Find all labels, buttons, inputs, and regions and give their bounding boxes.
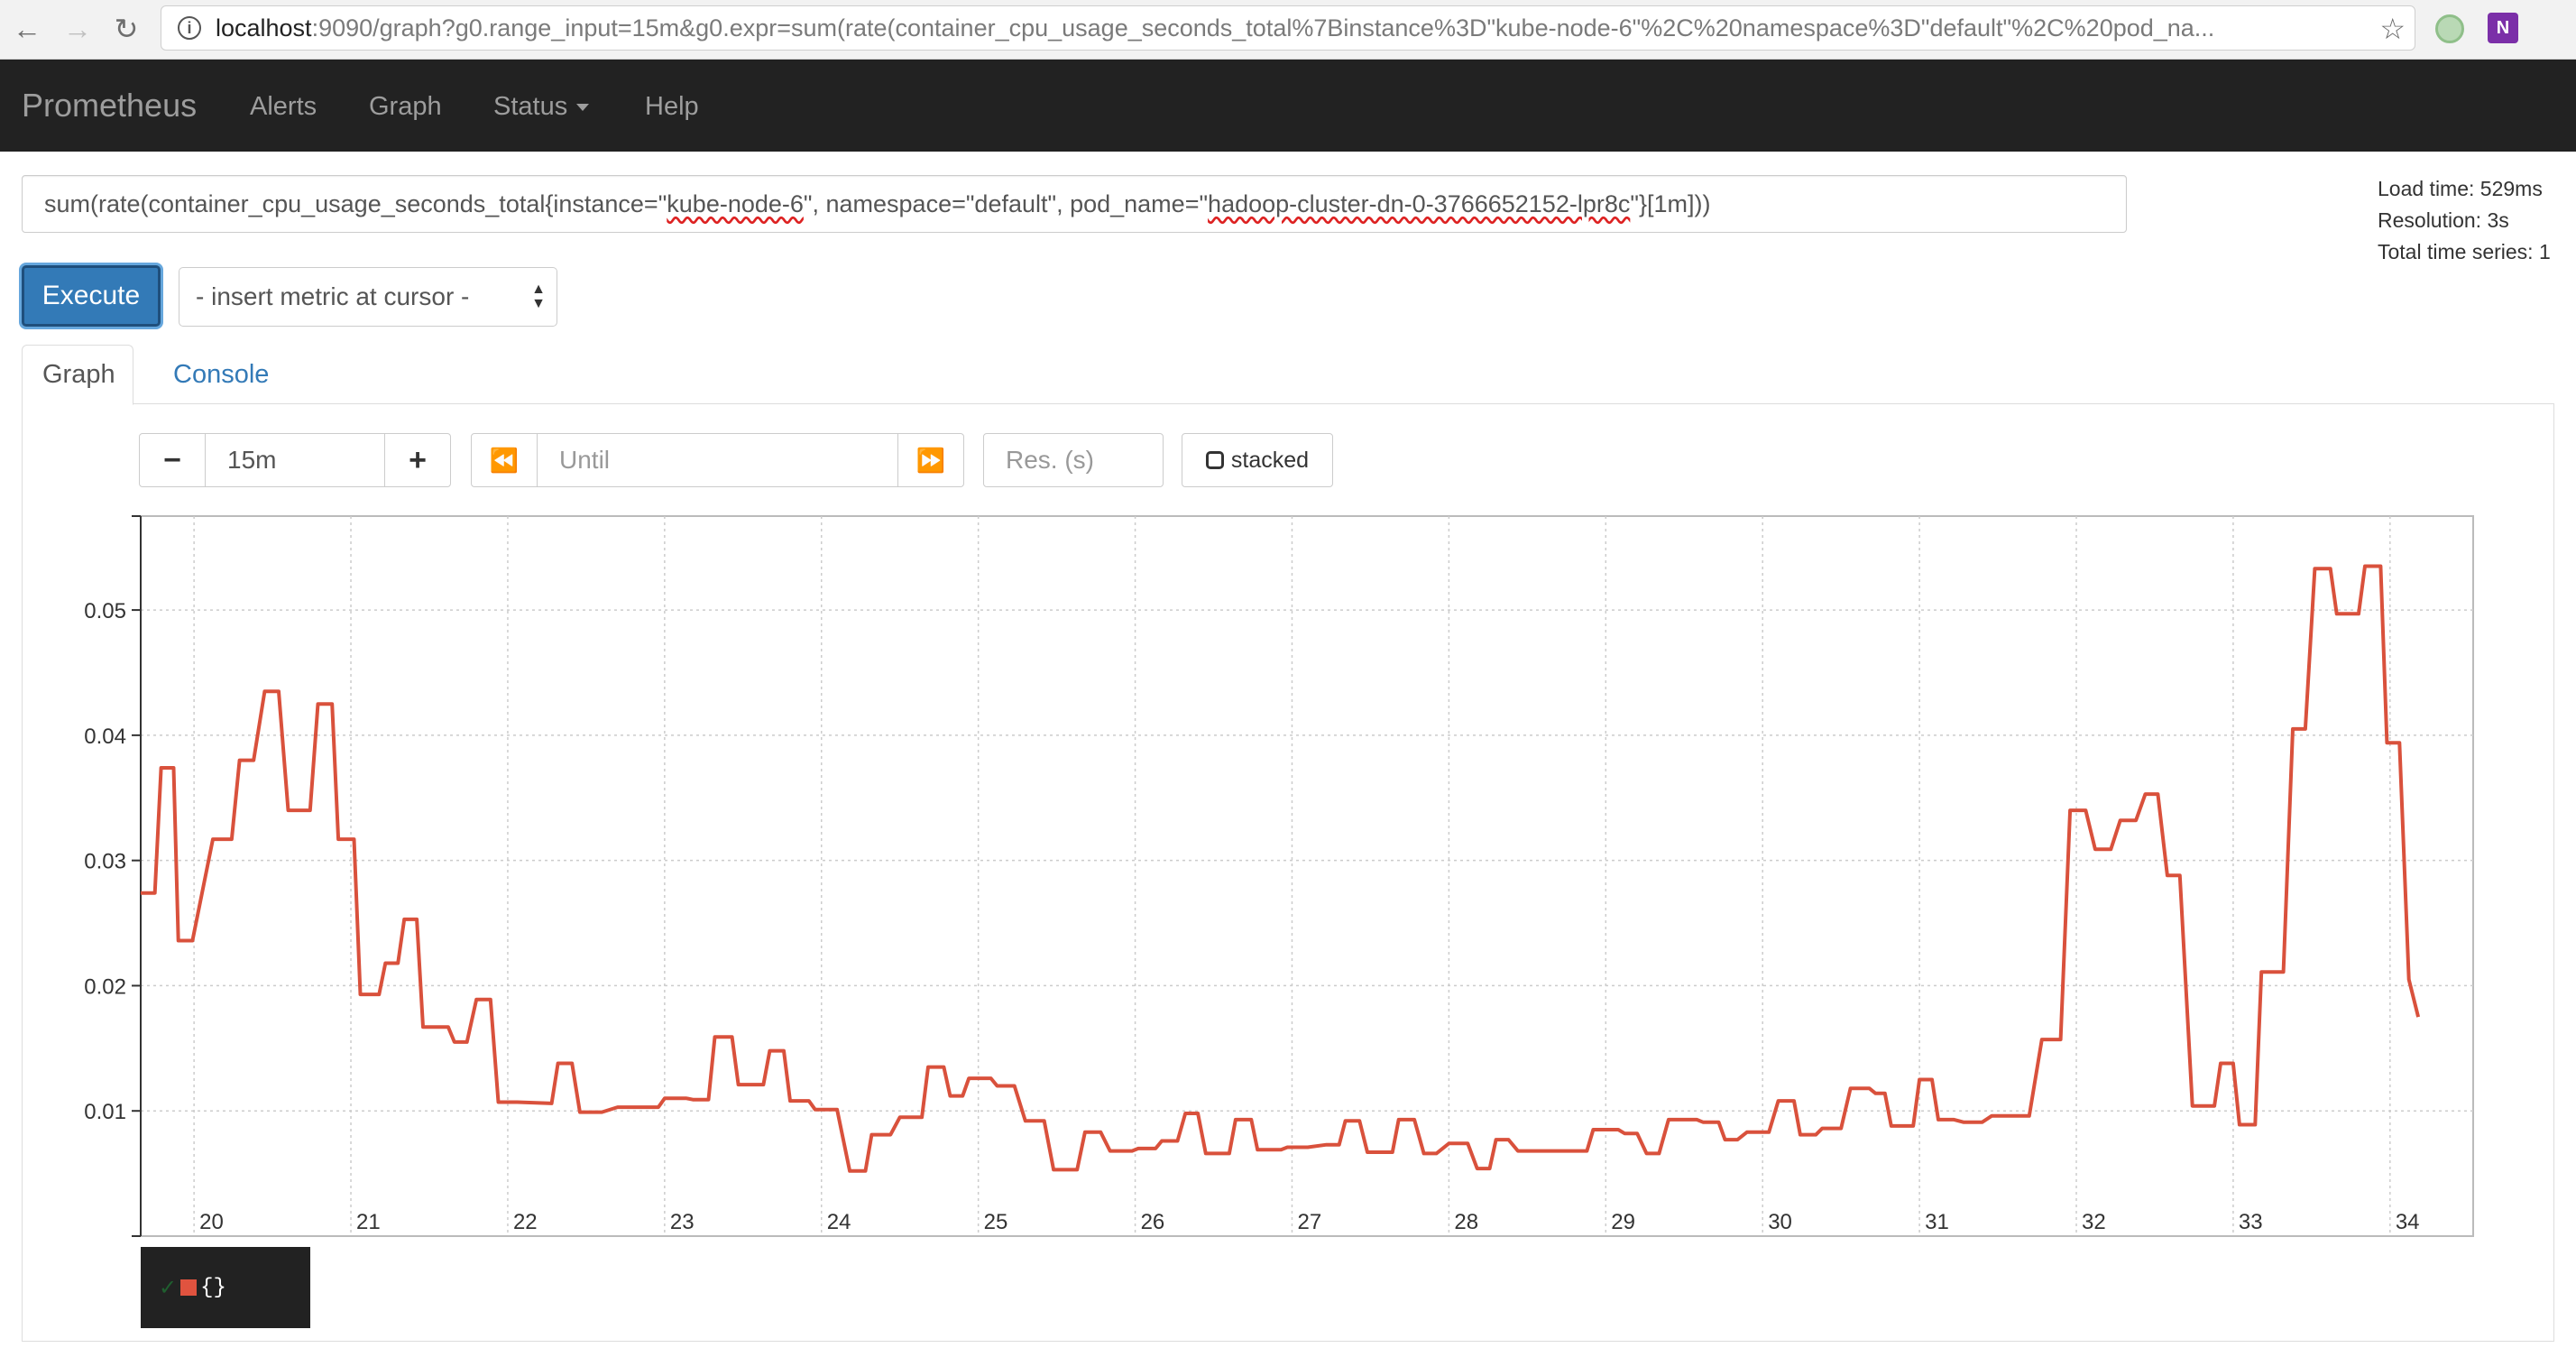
address-bar[interactable]: i localhost:9090/graph?g0.range_input=15…: [161, 5, 2415, 51]
tab-bar: Graph Console: [22, 345, 2554, 405]
back-arrow-icon[interactable]: ←: [7, 9, 47, 49]
nav-help[interactable]: Help: [645, 92, 699, 122]
until-input[interactable]: Until: [537, 433, 899, 487]
expand-range-button[interactable]: +: [384, 433, 451, 487]
resolution: Resolution: 3s: [2378, 208, 2509, 232]
query-stats: Load time: 529ms Resolution: 3s Total ti…: [2378, 173, 2551, 268]
stacked-toggle-button[interactable]: stacked: [1182, 433, 1333, 487]
nav-graph[interactable]: Graph: [369, 92, 442, 122]
stacked-label: stacked: [1230, 447, 1310, 473]
top-navbar: Prometheus Alerts Graph Status Help: [0, 60, 2576, 152]
nav-status[interactable]: Status: [493, 92, 590, 122]
nav-status-label: Status: [493, 92, 568, 121]
reload-icon[interactable]: ↻: [106, 9, 146, 49]
url-path: :9090/graph?g0.range_input=15m&g0.expr=s…: [311, 14, 2215, 42]
check-icon: ✓: [159, 1275, 178, 1300]
metric-select-value: - insert metric at cursor -: [196, 282, 470, 310]
url-host: localhost: [216, 14, 312, 42]
expr-text-2: ", namespace="default", pod_name=": [803, 190, 1209, 217]
forward-arrow-icon[interactable]: →: [58, 9, 97, 49]
resolution-input[interactable]: Res. (s): [983, 433, 1164, 487]
bookmark-star-icon[interactable]: ☆: [2379, 12, 2406, 46]
checkbox-icon: [1205, 451, 1224, 469]
caret-down-icon: [576, 104, 590, 112]
select-arrows-icon: ▲ ▼: [531, 282, 546, 311]
series-color-swatch: [180, 1279, 198, 1296]
info-icon[interactable]: i: [178, 16, 201, 40]
total-time-series: Total time series: 1: [2378, 240, 2551, 263]
series-label: {}: [200, 1275, 226, 1300]
expression-input[interactable]: sum(rate(container_cpu_usage_seconds_tot…: [22, 175, 2127, 233]
tab-console[interactable]: Console: [153, 345, 289, 404]
series-legend[interactable]: ✓ {}: [141, 1247, 310, 1328]
load-time: Load time: 529ms: [2378, 177, 2543, 200]
insert-metric-select[interactable]: - insert metric at cursor - ▲ ▼: [179, 267, 557, 327]
graph-panel: [22, 403, 2554, 1342]
brand-logo[interactable]: Prometheus: [22, 87, 197, 125]
shrink-range-button[interactable]: −: [139, 433, 206, 487]
onenote-extension-icon[interactable]: N: [2488, 13, 2518, 43]
extension-circle-icon[interactable]: [2435, 14, 2464, 43]
execute-button[interactable]: Execute: [22, 265, 161, 327]
expr-text-node: kube-node-6: [667, 190, 804, 217]
step-forward-icon[interactable]: ⏩: [897, 433, 964, 487]
browser-toolbar: ← → ↻ i localhost:9090/graph?g0.range_in…: [0, 0, 2576, 60]
nav-alerts[interactable]: Alerts: [250, 92, 317, 122]
range-input[interactable]: 15m: [205, 433, 385, 487]
expr-text-3: "}[1m])): [1630, 190, 1711, 217]
expr-text-pod: hadoop-cluster-dn-0-3766652152-lpr8c: [1208, 190, 1631, 217]
expr-text-1: sum(rate(container_cpu_usage_seconds_tot…: [44, 190, 667, 217]
tab-graph[interactable]: Graph: [22, 345, 133, 405]
step-back-icon[interactable]: ⏪: [471, 433, 538, 487]
